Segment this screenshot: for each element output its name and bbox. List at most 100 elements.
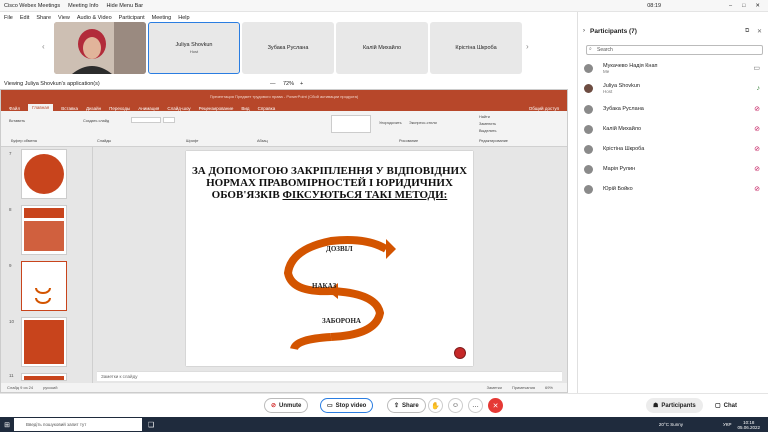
chat-button[interactable]: ▢ Chat xyxy=(708,398,745,413)
meeting-info-link[interactable]: Meeting Info xyxy=(68,3,98,9)
slide-thumbnail[interactable] xyxy=(21,205,67,255)
slide-number: 10 xyxy=(9,319,15,324)
participant-name: Юрій Бойко xyxy=(603,186,633,192)
share-label: Share xyxy=(402,402,419,409)
unmute-label: Unmute xyxy=(279,402,302,409)
ribbon-tab-active[interactable]: Главная xyxy=(28,104,54,111)
avatar xyxy=(584,83,593,93)
participant-row[interactable]: Крістіна Шкроба ⊘ xyxy=(584,141,764,157)
participants-label: Participants xyxy=(661,402,696,409)
language-indicator: русский xyxy=(43,385,58,390)
menu-help[interactable]: Help xyxy=(178,15,189,21)
hide-menu-link[interactable]: Hide Menu Bar xyxy=(106,3,143,9)
maximize-icon[interactable]: □ xyxy=(742,3,745,9)
participants-button[interactable]: ☗ Participants xyxy=(646,398,703,413)
viewing-bar: Viewing Juliya Shovkun's application(s) … xyxy=(0,78,575,89)
participant-role: Host xyxy=(603,88,613,94)
video-tile[interactable]: Зубака Руслана xyxy=(242,22,334,74)
participant-name: Мукачево Надія Кнап xyxy=(603,62,658,69)
menu-meeting[interactable]: Meeting xyxy=(152,15,172,21)
ribbon-group-label: Рисование xyxy=(399,139,419,143)
mic-muted-icon[interactable]: ⊘ xyxy=(754,125,760,133)
zoom-out-icon[interactable]: — xyxy=(270,81,276,87)
participant-row[interactable]: Марія Рулин ⊘ xyxy=(584,161,764,177)
raise-hand-icon[interactable]: ✋ xyxy=(428,398,443,413)
status-zoom[interactable]: 69% xyxy=(545,385,553,390)
video-tile[interactable]: Крістіна Шкроба xyxy=(430,22,522,74)
paste-button[interactable]: Вставить xyxy=(9,119,25,123)
zoom-in-icon[interactable]: + xyxy=(300,81,303,87)
unmute-button[interactable]: ⊘ Unmute xyxy=(264,398,309,413)
menu-file[interactable]: File xyxy=(4,15,13,21)
slide-number: 11 xyxy=(9,373,14,378)
slide-thumbnail[interactable] xyxy=(21,317,67,367)
new-slide-button[interactable]: Создать слайд xyxy=(83,119,109,123)
menu-edit[interactable]: Edit xyxy=(20,15,29,21)
more-options-icon[interactable]: … xyxy=(468,398,483,413)
mic-muted-icon[interactable]: ⊘ xyxy=(754,145,760,153)
slide-thumbnail[interactable] xyxy=(21,373,67,381)
menu-audio-video[interactable]: Audio & Video xyxy=(77,15,112,21)
taskbar-search-input[interactable]: Введіть пошуковий запит тут xyxy=(14,418,142,431)
replace-button[interactable]: Заменить xyxy=(479,122,496,126)
ribbon-toolbar: Вставить Создать слайд Упорядочить Экспр… xyxy=(1,111,567,147)
ribbon-group-label: Слайды xyxy=(97,139,112,143)
clock[interactable]: 10:18 05.06.2022 xyxy=(737,420,760,430)
end-call-button[interactable]: ✕ xyxy=(488,398,503,413)
arrange-button[interactable]: Упорядочить xyxy=(379,121,402,125)
video-tile-host[interactable]: Juliya Shovkun Host xyxy=(148,22,240,74)
panel-collapse-icon[interactable]: › xyxy=(583,28,585,34)
notes-toggle[interactable]: Заметки xyxy=(487,385,502,390)
font-size-box[interactable] xyxy=(163,117,175,123)
language-text[interactable]: УКР xyxy=(723,422,731,427)
participants-title: Participants (7) xyxy=(590,28,637,35)
start-icon[interactable]: ⊞ xyxy=(0,421,14,429)
participant-row[interactable]: Мукачево Надія Кнап Me ▭ xyxy=(584,60,764,76)
notes-pane[interactable]: Заметки к слайду xyxy=(97,371,562,381)
mic-on-icon[interactable]: ♪ xyxy=(757,85,761,92)
menu-participant[interactable]: Participant xyxy=(119,15,145,21)
avatar xyxy=(584,184,593,194)
shapes-gallery[interactable] xyxy=(331,115,371,133)
stop-video-label: Stop video xyxy=(335,402,367,409)
slide-canvas[interactable]: ЗА ДОПОМОГОЮ ЗАКРІПЛЕННЯ У ВІДПОВІДНИХ Н… xyxy=(186,151,473,366)
font-name-box[interactable] xyxy=(131,117,161,123)
participant-search-input[interactable]: Search xyxy=(586,45,763,55)
video-tile[interactable]: Калій Михайло xyxy=(336,22,428,74)
quick-styles-button[interactable]: Экспресс-стили xyxy=(409,121,437,125)
ribbon-tabs: Файл Главная Вставка Дизайн Переходы Ани… xyxy=(1,102,567,111)
find-button[interactable]: Найти xyxy=(479,115,490,119)
self-video-tile[interactable] xyxy=(54,22,146,74)
weather-text[interactable]: 20°C Sunny xyxy=(659,422,683,427)
task-view-icon[interactable]: ❑ xyxy=(148,421,154,429)
menu-view[interactable]: View xyxy=(58,15,70,21)
select-button[interactable]: Выделить xyxy=(479,129,497,133)
tile-role: Host xyxy=(189,49,199,54)
mic-muted-icon[interactable]: ⊘ xyxy=(754,165,760,173)
slide-thumbnail[interactable] xyxy=(21,149,67,199)
close-icon[interactable]: ✕ xyxy=(755,3,760,9)
participant-row[interactable]: Юрій Бойко ⊘ xyxy=(584,181,764,197)
participant-row[interactable]: Зубака Руслана ⊘ xyxy=(584,101,764,117)
avatar xyxy=(584,104,593,114)
mic-muted-icon[interactable]: ⊘ xyxy=(754,185,760,193)
mic-muted-icon: ⊘ xyxy=(271,403,277,409)
share-button[interactable]: ⇪ Share xyxy=(387,398,426,413)
popout-icon[interactable]: ⧉ xyxy=(745,28,749,35)
tile-name: Калій Михайло xyxy=(362,45,402,51)
stop-video-button[interactable]: ▭ Stop video xyxy=(320,398,374,413)
panel-close-icon[interactable]: ✕ xyxy=(757,28,762,35)
zoom-level[interactable]: 72% xyxy=(283,81,294,87)
participant-row[interactable]: Калій Михайло ⊘ xyxy=(584,121,764,137)
minimize-icon[interactable]: – xyxy=(729,3,732,9)
camera-icon[interactable]: ▭ xyxy=(753,64,760,72)
tile-name: Зубака Руслана xyxy=(267,45,309,51)
windows-taskbar: ⊞ Введіть пошуковий запит тут ❑ 20°C Sun… xyxy=(0,417,768,432)
viewing-label: Viewing Juliya Shovkun's application(s) xyxy=(4,80,100,87)
menu-share[interactable]: Share xyxy=(36,15,51,21)
comments-toggle[interactable]: Примечания xyxy=(512,385,535,390)
slide-thumbnail-selected[interactable] xyxy=(21,261,67,311)
participant-row[interactable]: Juliya Shovkun Host ♪ xyxy=(584,80,764,96)
reactions-icon[interactable]: ☺ xyxy=(448,398,463,413)
mic-muted-icon[interactable]: ⊘ xyxy=(754,105,760,113)
